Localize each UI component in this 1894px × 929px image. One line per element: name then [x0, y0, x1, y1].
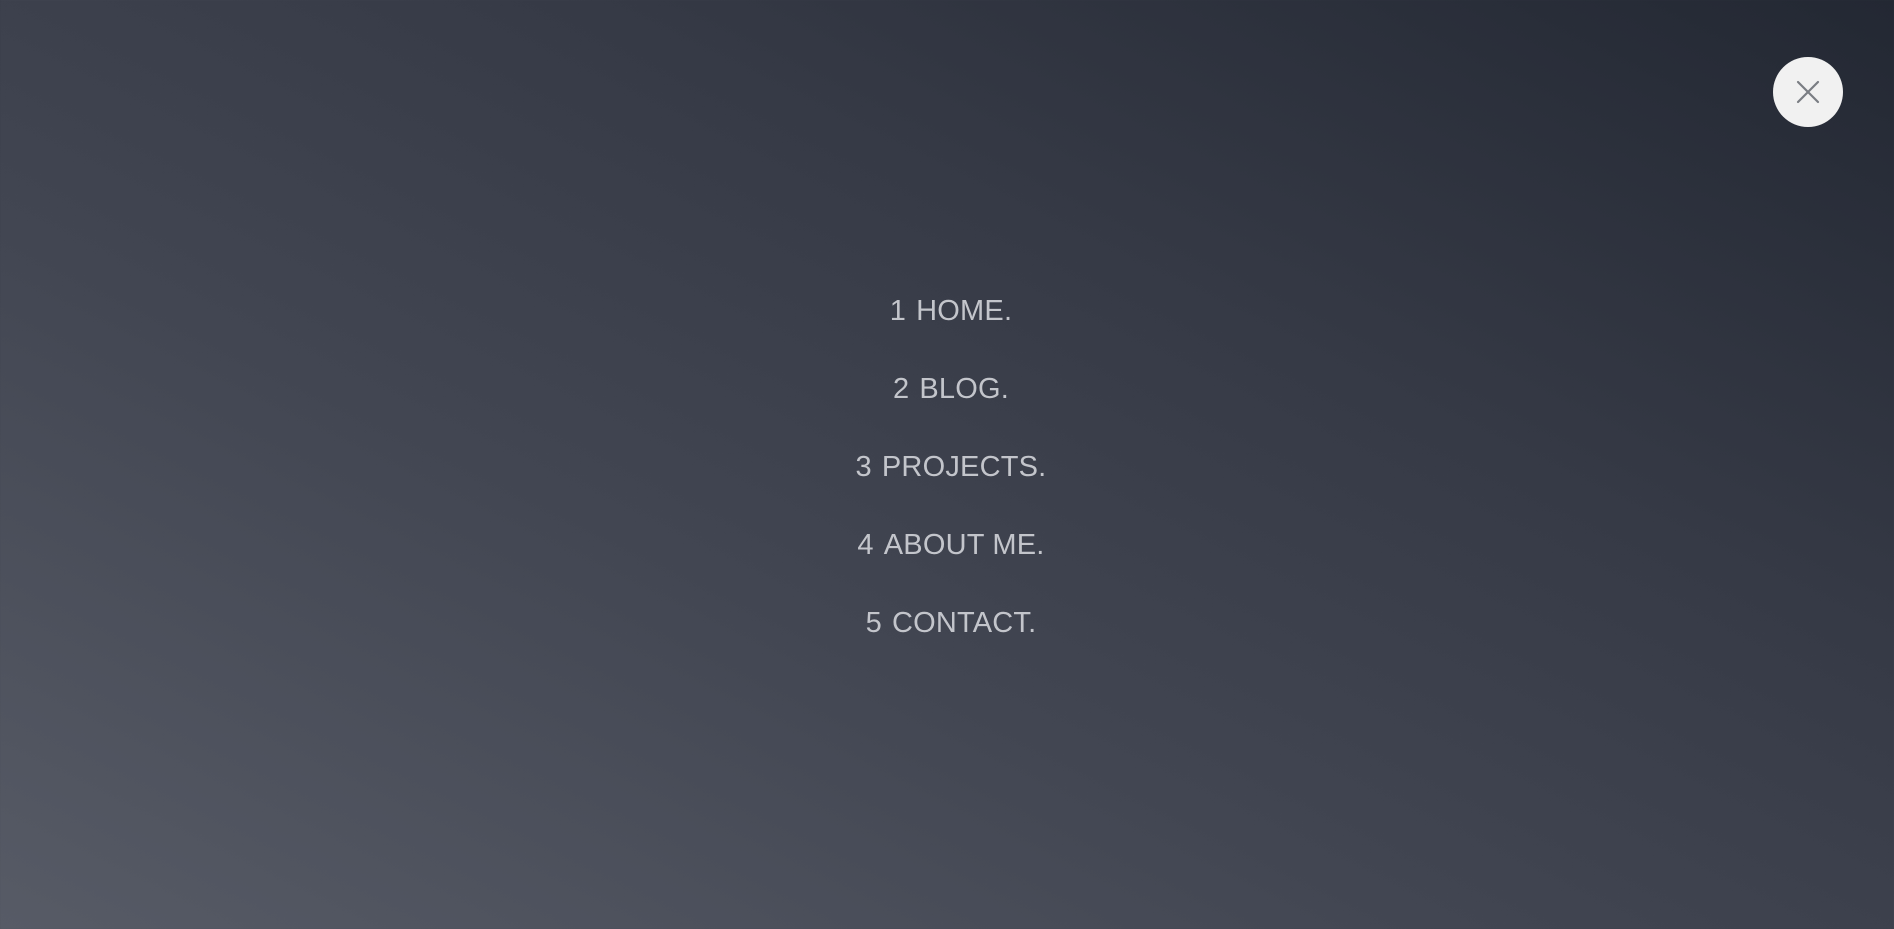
nav-number: 5: [865, 607, 882, 639]
nav-item-blog: 2 BLOG.: [0, 368, 1894, 446]
nav-link-about-me[interactable]: 4 ABOUT ME.: [857, 524, 1044, 602]
nav-link-projects[interactable]: 3 PROJECTS.: [856, 446, 1047, 524]
close-button[interactable]: [1773, 57, 1843, 127]
nav-link-home[interactable]: 1 HOME.: [890, 290, 1012, 368]
nav-label: HOME.: [916, 295, 1013, 327]
nav-label: ABOUT ME.: [883, 529, 1045, 561]
nav-label: BLOG.: [919, 373, 1009, 405]
nav-label: PROJECTS.: [881, 451, 1047, 483]
nav-link-contact[interactable]: 5 CONTACT.: [866, 602, 1037, 680]
main-nav-menu: 1 HOME. 2 BLOG. 3 PROJECTS. 4 ABOUT ME.: [0, 290, 1894, 680]
menu-overlay: 1 HOME. 2 BLOG. 3 PROJECTS. 4 ABOUT ME.: [0, 0, 1894, 929]
nav-link-blog[interactable]: 2 BLOG.: [893, 368, 1009, 446]
nav-item-home: 1 HOME.: [0, 290, 1894, 368]
nav-item-contact: 5 CONTACT.: [0, 602, 1894, 680]
nav-number: 4: [857, 529, 874, 561]
nav-item-about-me: 4 ABOUT ME.: [0, 524, 1894, 602]
nav-number: 1: [889, 295, 907, 327]
nav-item-projects: 3 PROJECTS.: [0, 446, 1894, 524]
nav-number: 2: [893, 373, 910, 405]
nav-number: 3: [855, 451, 872, 483]
nav-label: CONTACT.: [891, 607, 1037, 639]
close-icon: [1795, 79, 1821, 105]
